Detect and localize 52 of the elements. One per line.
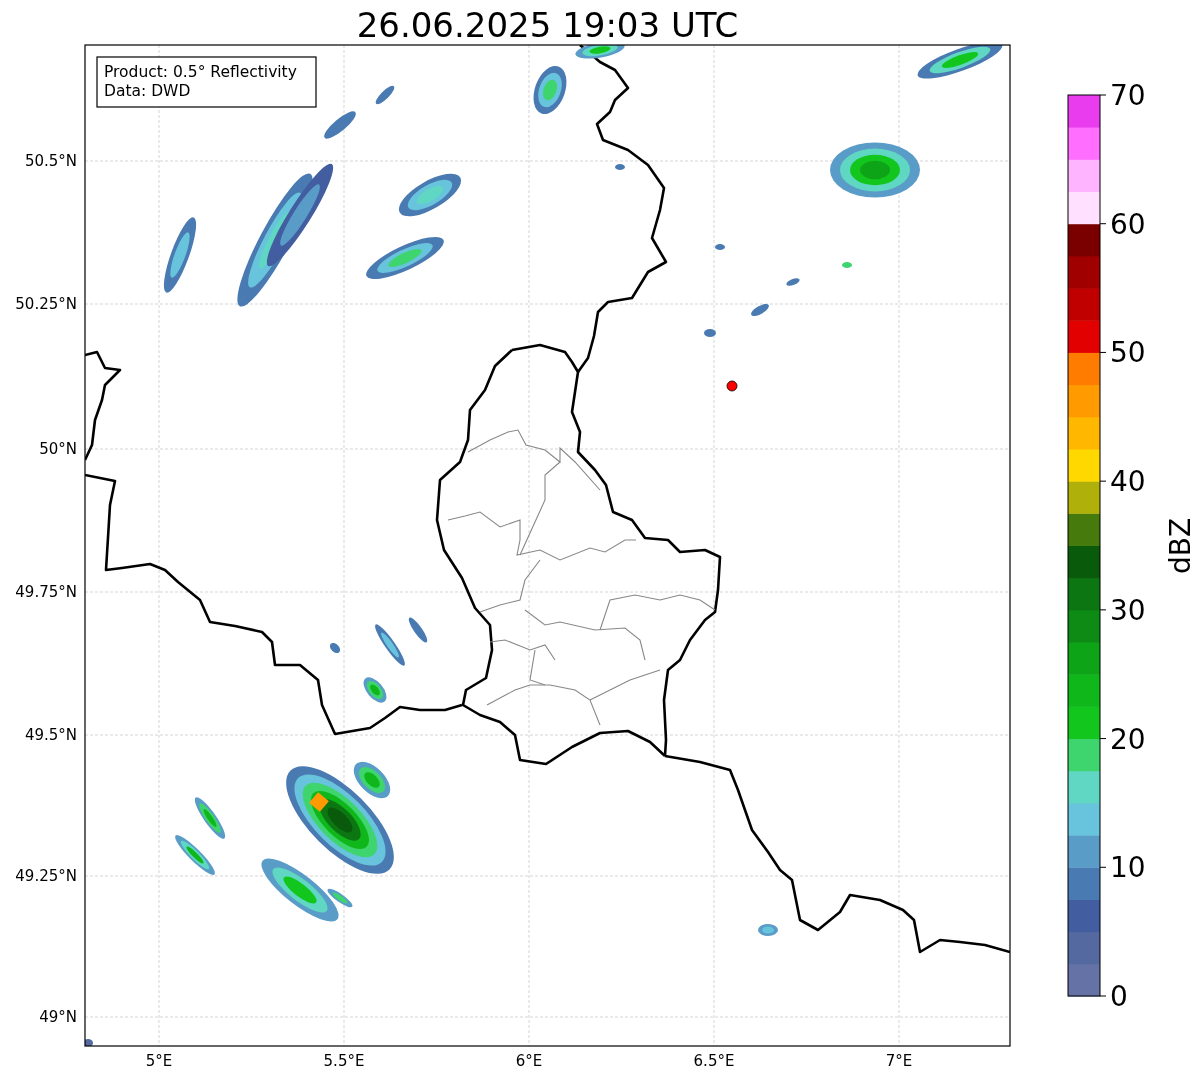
y-tick-label: 49.5°N	[24, 726, 77, 744]
radar-echo	[786, 278, 800, 286]
radar-echo	[329, 642, 341, 654]
y-tick-label: 50.25°N	[15, 295, 77, 313]
tick-mark	[1099, 223, 1107, 225]
tick-mark	[1099, 94, 1107, 96]
x-tick-label: 5.5°E	[323, 1052, 365, 1070]
radar-echo	[842, 262, 852, 268]
colorbar-tick-label: 0	[1110, 980, 1128, 1013]
colorbar-label: dBZ	[1164, 517, 1197, 575]
radar-echo	[704, 329, 716, 337]
radar-echo	[324, 111, 356, 139]
radar-echo	[533, 66, 567, 114]
info-text: Product: 0.5° Reflectivity	[104, 63, 297, 81]
radar-echo	[575, 45, 625, 59]
colorbar-tick-label: 70	[1110, 79, 1146, 112]
colorbar-tick-label: 30	[1110, 593, 1146, 627]
radar-echo	[751, 303, 769, 317]
colorbar-tick-label: 20	[1110, 722, 1146, 756]
y-tick-label: 49.75°N	[15, 583, 77, 601]
tick-mark	[1099, 866, 1107, 868]
y-tick-label: 49.25°N	[15, 867, 77, 885]
x-tick-label: 6.5°E	[693, 1052, 735, 1070]
info-text: Data: DWD	[104, 82, 191, 100]
x-tick-label: 5°E	[145, 1052, 173, 1070]
x-tick-label: 6°E	[515, 1052, 543, 1070]
colorbar-tick-label: 10	[1110, 851, 1146, 885]
location-marker	[726, 380, 738, 392]
radar-echo	[85, 1039, 93, 1046]
tick-mark	[1099, 738, 1107, 740]
radar-echo	[715, 244, 725, 250]
tick-mark	[1099, 480, 1107, 482]
tick-mark	[1099, 609, 1107, 611]
colorbar-tick-label: 60	[1110, 207, 1146, 241]
radar-echo	[408, 617, 428, 643]
tick-mark	[1099, 351, 1107, 353]
radar-echo	[375, 85, 395, 105]
radar-echo	[194, 797, 226, 839]
radar-echo	[375, 624, 405, 666]
colorbar-tick-label: 50	[1110, 336, 1146, 370]
radar-echo	[175, 835, 215, 875]
chart-title: 26.06.2025 19:03 UTC	[356, 5, 739, 45]
colorbar-tick-label: 40	[1110, 465, 1146, 499]
y-tick-label: 49°N	[39, 1008, 77, 1026]
radar-echo	[758, 924, 778, 936]
radar-echo	[363, 677, 387, 703]
radar-echo	[615, 164, 625, 170]
y-tick-label: 50°N	[39, 440, 77, 458]
tick-mark	[1099, 995, 1107, 997]
y-tick-label: 50.5°N	[24, 152, 77, 170]
x-tick-label: 7°E	[885, 1052, 913, 1070]
radar-echo	[398, 173, 462, 217]
